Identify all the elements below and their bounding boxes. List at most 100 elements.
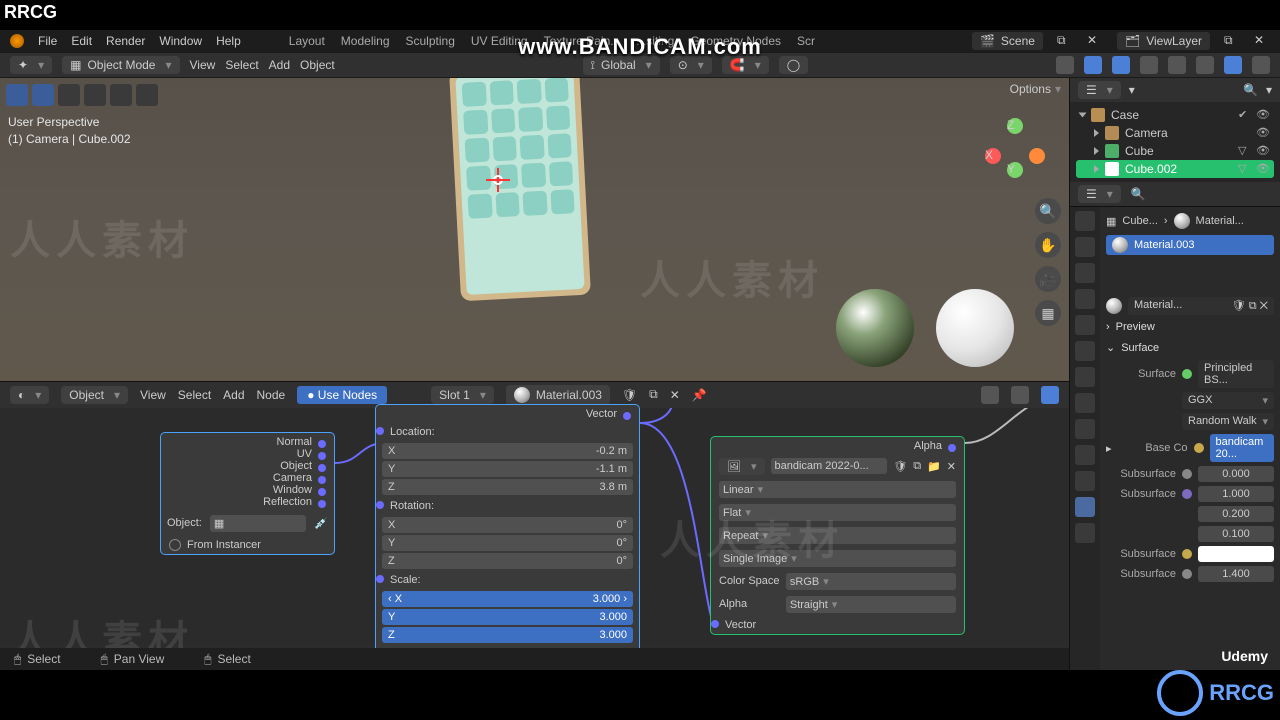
proportional-edit-icon[interactable]: ◯ (779, 56, 808, 74)
node-texture-coordinate[interactable]: Normal UV Object Camera Window Reflectio… (160, 432, 335, 555)
material-slot-active[interactable]: Material.003 (1106, 235, 1274, 255)
zoom-icon[interactable]: 🔍 (1035, 198, 1061, 224)
eyedropper-icon[interactable]: 💉 (314, 517, 328, 530)
loc-x[interactable]: X-0.2 m (382, 443, 633, 459)
ne-menu-view[interactable]: View (140, 388, 166, 402)
tab-render-icon[interactable] (1075, 211, 1095, 231)
ne-menu-node[interactable]: Node (257, 388, 286, 402)
rot-x[interactable]: X0° (382, 517, 633, 533)
surface-panel[interactable]: ⌄Surface (1106, 337, 1274, 358)
vp-menu-view[interactable]: View (190, 58, 216, 72)
ne-icon1[interactable] (981, 386, 999, 404)
persp-ortho-icon[interactable]: ▦ (1035, 300, 1061, 326)
colorspace-select[interactable]: sRGB (786, 573, 956, 590)
editor-type-shader[interactable]: ◐ (10, 386, 49, 404)
vp-menu-select[interactable]: Select (225, 58, 258, 72)
outliner-cube[interactable]: Cube ▽👁 (1076, 142, 1274, 160)
distribution-select[interactable]: GGX (1182, 392, 1274, 409)
tab-scene-icon[interactable] (1075, 289, 1095, 309)
tab-layout[interactable]: Layout (289, 34, 325, 48)
loc-z[interactable]: Z3.8 m (382, 479, 633, 495)
funnel-icon[interactable]: ▾ (1129, 83, 1135, 97)
pin-icon[interactable]: 📌 (692, 388, 707, 402)
node-canvas[interactable]: Normal UV Object Camera Window Reflectio… (0, 408, 1069, 644)
tab-scripting[interactable]: Scr (797, 34, 815, 48)
output-camera[interactable]: Camera (169, 472, 326, 484)
loc-y[interactable]: Y-1.1 m (382, 461, 633, 477)
copy-viewlayer-icon[interactable]: ⧉ (1224, 33, 1240, 49)
mapping-output-vector[interactable]: Vector (384, 408, 631, 420)
imgtex-alpha-out[interactable]: Alpha (719, 440, 956, 452)
tab-viewlayer-icon[interactable] (1075, 263, 1095, 283)
output-normal[interactable]: Normal (169, 436, 326, 448)
gizmo-toggle-icon[interactable] (1084, 56, 1102, 74)
mapping-rotation-socket[interactable]: Rotation: (376, 497, 639, 515)
mapping-location-socket[interactable]: Location: (376, 423, 639, 441)
close-viewlayer-icon[interactable]: ✕ (1254, 33, 1270, 49)
tab-mesh-icon[interactable] (1075, 471, 1095, 491)
shader-node-editor[interactable]: ◐ Object View Select Add Node ● Use Node… (0, 381, 1069, 670)
outliner[interactable]: ☰ ▾ 🔍 ▾ Case ✔👁 Camera 👁 (1070, 78, 1280, 207)
object-picker[interactable]: ▦ (210, 515, 306, 532)
tab-object-icon[interactable] (1075, 341, 1095, 361)
rot-y[interactable]: Y0° (382, 535, 633, 551)
overlay-toggle-icon[interactable] (1112, 56, 1130, 74)
vp-menu-object[interactable]: Object (300, 58, 335, 72)
tab-output-icon[interactable] (1075, 237, 1095, 257)
alpha-mode-select[interactable]: Straight (786, 596, 956, 613)
search-icon[interactable]: 🔍 (1243, 83, 1258, 97)
extension-select[interactable]: Repeat (719, 527, 956, 544)
menu-window[interactable]: Window (159, 34, 202, 48)
mode-selector[interactable]: ▦ Object Mode (62, 56, 179, 74)
shading-matprev-icon[interactable] (1224, 56, 1242, 74)
sss-method-select[interactable]: Random Walk (1182, 413, 1274, 430)
sss-r0[interactable]: 1.000 (1198, 486, 1274, 502)
menu-help[interactable]: Help (216, 34, 241, 48)
3d-viewport[interactable]: Options User Perspective (1) Camera | Cu… (0, 78, 1069, 381)
menu-render[interactable]: Render (106, 34, 145, 48)
projection-select[interactable]: Flat (719, 504, 956, 521)
rot-z[interactable]: Z0° (382, 553, 633, 569)
outliner-collection[interactable]: Case ✔👁 (1076, 106, 1274, 124)
tool-scale-icon[interactable] (136, 84, 158, 106)
tab-modeling[interactable]: Modeling (341, 34, 390, 48)
outliner-cube002[interactable]: Cube.002 ▽👁 (1076, 160, 1274, 178)
image-name[interactable]: bandicam 2022-0... (771, 458, 888, 474)
material-name[interactable]: Material.003 (506, 385, 610, 405)
unlink-img-icon[interactable]: ✕ (947, 460, 956, 473)
tool-select2-icon[interactable] (32, 84, 54, 106)
search2-icon[interactable]: 🔍 (1131, 187, 1146, 201)
menu-edit[interactable]: Edit (71, 34, 92, 48)
interp-select[interactable]: Linear (719, 481, 956, 498)
output-object[interactable]: Object (169, 460, 326, 472)
vp-menu-add[interactable]: Add (269, 58, 290, 72)
viewport-options[interactable]: Options (1010, 82, 1061, 96)
ne-icon2[interactable] (1011, 386, 1029, 404)
open-img-icon[interactable]: 📁 (927, 460, 941, 473)
tab-modifier-icon[interactable] (1075, 367, 1095, 387)
ne-backdrop-icon[interactable] (1041, 386, 1059, 404)
node-mapping[interactable]: Vector Location: X-0.2 m Y-1.1 m Z3.8 m … (375, 404, 640, 664)
tab-world-icon[interactable] (1075, 315, 1095, 335)
preview-panel[interactable]: ›Preview (1106, 317, 1274, 337)
tool-move-icon[interactable] (84, 84, 106, 106)
copy-mat-icon[interactable]: ⧉ (649, 387, 658, 402)
scene-selector[interactable]: 🎬 Scene (972, 32, 1043, 50)
copy-img-icon[interactable]: ⧉ (913, 460, 921, 473)
basecolor-linked[interactable]: bandicam 20... (1210, 434, 1274, 462)
node-image-texture[interactable]: Alpha 🖼 bandicam 2022-0... 🛡 ⧉ 📁 ✕ Linea… (710, 436, 965, 635)
shield-icon[interactable]: 🛡 (622, 388, 637, 402)
tab-texture-icon[interactable] (1075, 523, 1095, 543)
tab-physics-icon[interactable] (1075, 419, 1095, 439)
tool-rotate-icon[interactable] (110, 84, 132, 106)
outliner-display[interactable]: ☰ (1078, 185, 1121, 203)
pan-icon[interactable]: ✋ (1035, 232, 1061, 258)
imgtex-vector-in[interactable]: Vector (711, 616, 964, 634)
visibility-icon[interactable] (1056, 56, 1074, 74)
phone-object[interactable] (449, 78, 591, 301)
sss-color[interactable] (1198, 546, 1274, 562)
sss-r1[interactable]: 0.200 (1198, 506, 1274, 522)
close-scene-icon[interactable]: ✕ (1087, 33, 1103, 49)
material-name-row[interactable]: Material...🛡 ⧉ ✕ (1106, 295, 1274, 317)
shading-rendered-icon[interactable] (1252, 56, 1270, 74)
